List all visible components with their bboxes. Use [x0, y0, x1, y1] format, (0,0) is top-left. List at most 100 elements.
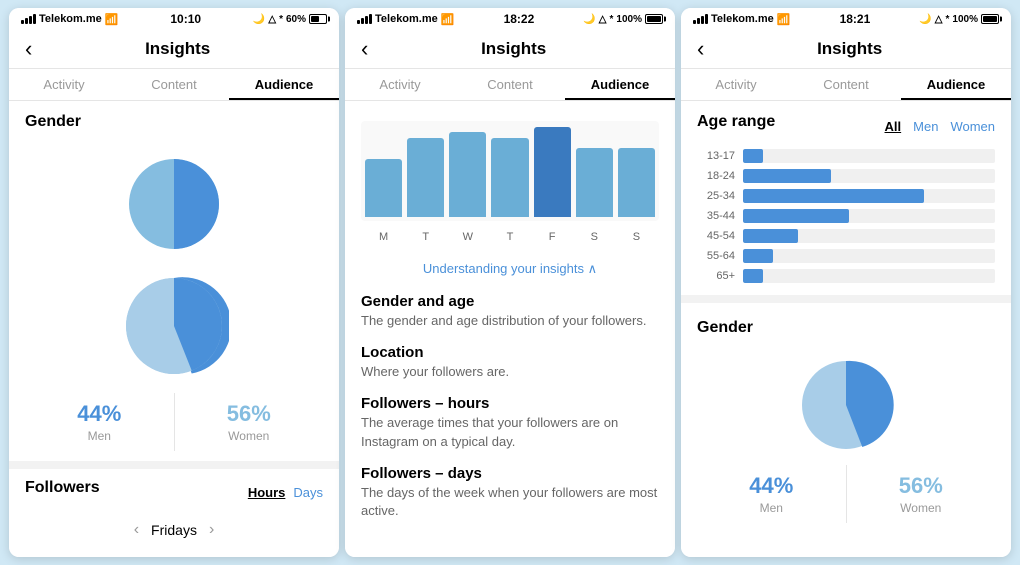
- divider-3: [681, 295, 1011, 303]
- age-row-5: 55-64: [697, 249, 995, 263]
- info-section-2: Gender and ageThe gender and age distrib…: [361, 293, 659, 520]
- age-row-label-4: 45-54: [697, 230, 735, 242]
- info-desc-2: The average times that your followers ar…: [361, 414, 659, 450]
- pie-container-3: 44% Men 56% Women: [697, 345, 995, 533]
- back-button-1[interactable]: ‹: [25, 36, 32, 62]
- bar-col-1: [66, 555, 97, 557]
- time-2: 18:22: [504, 12, 535, 26]
- followers-header-1: Followers Hours Days: [25, 479, 323, 505]
- week-bar-col-4: [534, 125, 571, 217]
- week-bar-chart-2: [361, 121, 659, 221]
- age-row-bar-3: [743, 209, 849, 223]
- followers-title-1: Followers: [25, 479, 100, 497]
- battery-icon-1: [309, 14, 327, 24]
- nav-bar-3: ‹ Insights: [681, 30, 1011, 69]
- week-chart-container-2: MTWTFSS: [361, 113, 659, 251]
- pie-legend-3: 44% Men 56% Women: [697, 465, 995, 523]
- tab-activity-1[interactable]: Activity: [9, 69, 119, 100]
- signal-icon-2: [357, 14, 372, 24]
- tabs-1: Activity Content Audience: [9, 69, 339, 101]
- battery-text-1: 60%: [286, 14, 306, 25]
- status-icons-2: 🌙 △ * 100%: [583, 14, 663, 25]
- women-label-1: Women: [175, 429, 324, 443]
- carrier-3: Telekom.me: [711, 13, 774, 25]
- battery-icon-3: [981, 14, 999, 24]
- women-stat-1: 56% Women: [175, 393, 324, 451]
- status-icons-1: 🌙 △ * 60%: [253, 14, 327, 25]
- bluetooth-icon-2: *: [610, 14, 614, 25]
- back-button-2[interactable]: ‹: [361, 36, 368, 62]
- week-label-4: F: [534, 231, 571, 243]
- week-bar-4: [534, 127, 571, 217]
- age-filter-btn-2[interactable]: Women: [950, 119, 995, 134]
- age-row-0: 13-17: [697, 149, 995, 163]
- week-label-3: T: [491, 231, 528, 243]
- bar-chart-1: [25, 555, 323, 557]
- followers-toggle-1: Hours Days: [248, 485, 323, 500]
- time-1: 10:10: [170, 12, 201, 26]
- age-row-bar-container-3: [743, 209, 995, 223]
- understanding-link-2[interactable]: Understanding your insights ∧: [361, 251, 659, 281]
- nav-title-1: Insights: [32, 39, 323, 59]
- gender-section-3: Gender 44% Men 56%: [697, 311, 995, 533]
- hours-btn-1[interactable]: Hours: [248, 485, 286, 500]
- tabs-2: Activity Content Audience: [345, 69, 675, 101]
- pie-legend-1: 44% Men 56% Women: [25, 393, 323, 451]
- bar-col-5: [214, 555, 245, 557]
- time-3: 18:21: [840, 12, 871, 26]
- age-filter-btn-1[interactable]: Men: [913, 119, 938, 134]
- age-row-1: 18-24: [697, 169, 995, 183]
- location-icon-2: △: [599, 14, 607, 25]
- next-arrow-1[interactable]: ›: [209, 521, 214, 539]
- age-row-label-5: 55-64: [697, 250, 735, 262]
- info-item-0: Gender and ageThe gender and age distrib…: [361, 293, 659, 330]
- nav-title-2: Insights: [368, 39, 659, 59]
- tab-content-2[interactable]: Content: [455, 69, 565, 100]
- age-row-bar-0: [743, 149, 763, 163]
- bar-col-2: [103, 555, 134, 557]
- women-label-3: Women: [847, 501, 996, 515]
- tab-activity-3[interactable]: Activity: [681, 69, 791, 100]
- pie-svg-3: [796, 355, 896, 455]
- pie-chart-1: [119, 149, 229, 259]
- screen-1: Telekom.me 📶 10:10 🌙 △ * 60% ‹ Insights …: [9, 8, 339, 557]
- age-row-bar-container-0: [743, 149, 995, 163]
- week-label-5: S: [576, 231, 613, 243]
- age-row-bar-1: [743, 169, 831, 183]
- tab-audience-1[interactable]: Audience: [229, 69, 339, 100]
- info-title-0: Gender and age: [361, 293, 659, 310]
- tab-content-1[interactable]: Content: [119, 69, 229, 100]
- info-title-2: Followers – hours: [361, 395, 659, 412]
- battery-text-2: 100%: [616, 14, 642, 25]
- prev-arrow-1[interactable]: ‹: [134, 521, 139, 539]
- age-row-bar-container-2: [743, 189, 995, 203]
- screen-2: Telekom.me 📶 18:22 🌙 △ * 100% ‹ Insights…: [345, 8, 675, 557]
- age-filter-btn-0[interactable]: All: [885, 119, 902, 134]
- info-title-3: Followers – days: [361, 465, 659, 482]
- age-filter-btns-3: All Men Women: [885, 119, 995, 134]
- men-label-1: Men: [25, 429, 174, 443]
- tab-activity-2[interactable]: Activity: [345, 69, 455, 100]
- week-label-2: W: [449, 231, 486, 243]
- bar-col-7: [288, 555, 319, 557]
- battery-icon-2: [645, 14, 663, 24]
- age-row-bar-container-1: [743, 169, 995, 183]
- men-stat-3: 44% Men: [697, 465, 847, 523]
- location-icon-3: △: [935, 14, 943, 25]
- week-bar-1: [407, 138, 444, 217]
- screen-content-1: Gender: [9, 101, 339, 557]
- days-btn-1[interactable]: Days: [293, 485, 323, 500]
- bar-col-0: [29, 555, 60, 557]
- women-stat-3: 56% Women: [847, 465, 996, 523]
- status-bar-3: Telekom.me 📶 18:21 🌙 △ * 100%: [681, 8, 1011, 30]
- tab-audience-3[interactable]: Audience: [901, 69, 1011, 100]
- tab-audience-2[interactable]: Audience: [565, 69, 675, 100]
- battery-text-3: 100%: [952, 14, 978, 25]
- status-bar-1: Telekom.me 📶 10:10 🌙 △ * 60%: [9, 8, 339, 30]
- tab-content-3[interactable]: Content: [791, 69, 901, 100]
- age-row-label-3: 35-44: [697, 210, 735, 222]
- back-button-3[interactable]: ‹: [697, 36, 704, 62]
- age-row-bar-2: [743, 189, 924, 203]
- carrier-1: Telekom.me: [39, 13, 102, 25]
- age-row-bar-6: [743, 269, 763, 283]
